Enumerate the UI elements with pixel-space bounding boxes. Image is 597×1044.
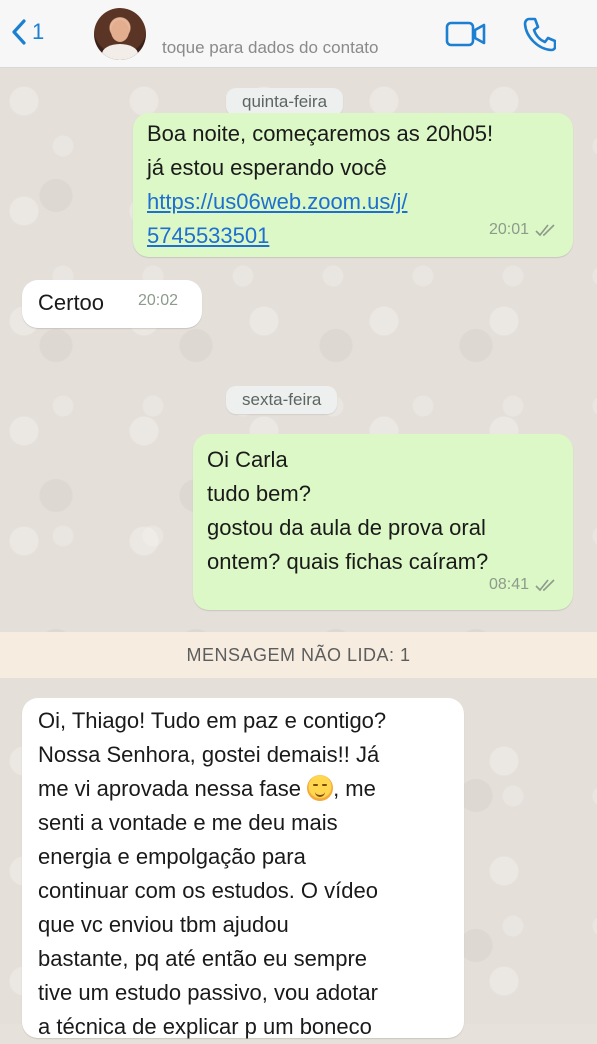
message-meta: 20:02 xyxy=(138,284,178,318)
outgoing-message[interactable]: Oi Carla tudo bem? gostou da aula de pro… xyxy=(193,434,573,610)
message-text: Nossa Senhora, gostei demais!! Já xyxy=(38,742,380,767)
phone-icon xyxy=(523,17,557,52)
message-time: 20:01 xyxy=(488,221,529,238)
chat-header: 1 toque para dados do contato xyxy=(0,0,597,68)
message-text: me vi aprovada nessa fase , me xyxy=(38,775,376,801)
contact-info-hint[interactable]: toque para dados do contato xyxy=(162,38,378,58)
video-camera-icon xyxy=(445,21,486,47)
unread-count: 1 xyxy=(32,19,45,44)
date-separator: sexta-feira xyxy=(226,386,338,414)
message-text: tudo bem? xyxy=(207,481,311,506)
message-text: já estou esperando você xyxy=(147,155,387,180)
message-text: a técnica de explicar p um boneco xyxy=(38,1014,372,1039)
incoming-message[interactable]: Certoo 20:02 xyxy=(22,280,202,328)
chevron-left-icon xyxy=(12,19,26,45)
message-text: Boa noite, começaremos as 20h05! xyxy=(147,121,494,146)
unread-messages-banner: MENSAGEM NÃO LIDA: 1 xyxy=(0,632,597,678)
outgoing-message[interactable]: Boa noite, começaremos as 20h05! já esto… xyxy=(133,113,573,257)
message-text: senti a vontade e me deu mais xyxy=(38,810,338,835)
double-check-icon xyxy=(535,224,555,237)
video-call-button[interactable] xyxy=(445,20,487,53)
back-button[interactable]: 1 xyxy=(10,18,44,46)
double-check-icon xyxy=(535,579,555,592)
message-text: Oi, Thiago! Tudo em paz e contigo? xyxy=(38,708,387,733)
message-text: continuar com os estudos. O vídeo xyxy=(38,878,378,903)
message-meta: 08:41 xyxy=(489,568,557,602)
message-text: energia e empolgação para xyxy=(38,844,306,869)
message-text: tive um estudo passivo, vou adotar xyxy=(38,980,378,1005)
message-text: que vc enviou tbm ajudou xyxy=(38,912,289,937)
smiling-face-emoji xyxy=(307,775,334,801)
message-meta: 20:01 xyxy=(489,213,557,247)
message-text: gostou da aula de prova oral xyxy=(207,515,486,540)
date-separator: quinta-feira xyxy=(226,88,344,116)
incoming-message[interactable]: Oi, Thiago! Tudo em paz e contigo? Nossa… xyxy=(22,698,464,1039)
message-text: Oi Carla xyxy=(207,447,288,472)
message-text: bastante, pq até então eu sempre xyxy=(38,946,368,971)
voice-call-button[interactable] xyxy=(522,16,557,57)
message-time: 20:02 xyxy=(138,292,179,309)
avatar[interactable] xyxy=(94,8,146,60)
message-time: 08:41 xyxy=(488,576,529,593)
